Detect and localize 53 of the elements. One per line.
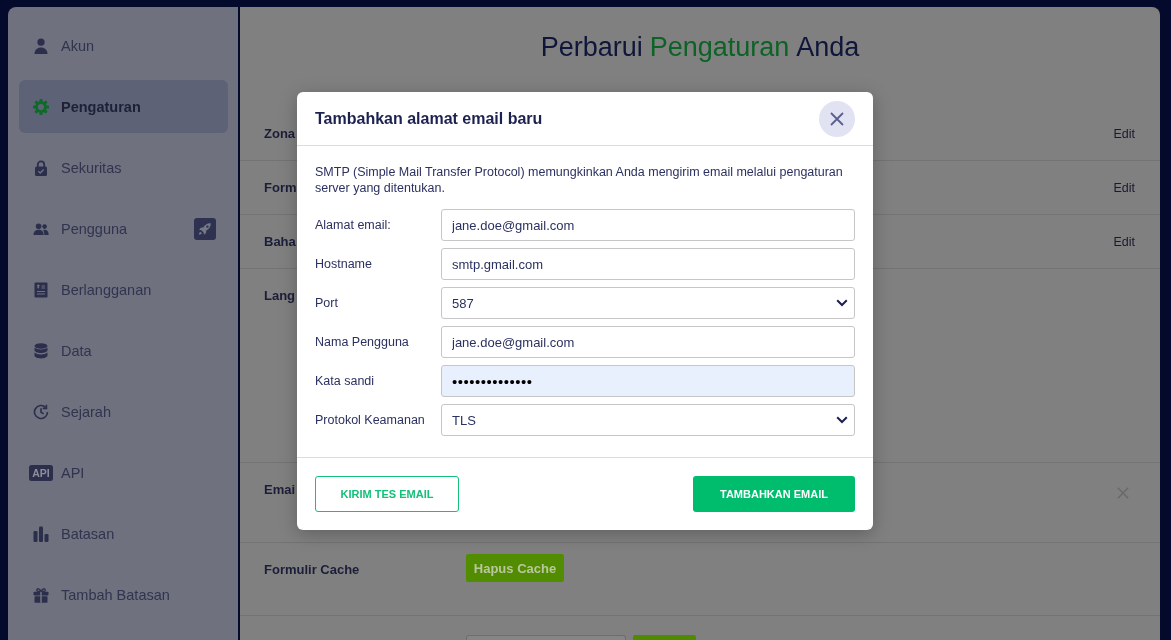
setting-label: Form bbox=[264, 180, 297, 196]
edit-link[interactable]: Edit bbox=[1113, 234, 1135, 250]
username-field[interactable]: jane.doe@gmail.com bbox=[441, 326, 855, 358]
sidebar-item[interactable]: Tambah Batasan bbox=[19, 568, 228, 621]
email-field[interactable]: jane.doe@gmail.com bbox=[441, 209, 855, 241]
setting-label: Emai bbox=[264, 482, 296, 498]
field-label: Nama Pengguna bbox=[315, 335, 410, 349]
close-icon bbox=[830, 111, 844, 126]
sidebar-item[interactable]: API API bbox=[19, 446, 228, 499]
field-label: Alamat email: bbox=[315, 218, 392, 232]
sidebar-item[interactable]: Pengaturan bbox=[19, 80, 228, 133]
receipt-icon bbox=[33, 281, 49, 298]
action-button[interactable] bbox=[633, 635, 696, 640]
close-icon[interactable] bbox=[1117, 487, 1129, 499]
modal-title: Tambahkan alamat email baru bbox=[315, 109, 543, 128]
gear-icon bbox=[33, 98, 49, 115]
setting-label: Zona bbox=[264, 126, 296, 142]
close-button[interactable] bbox=[819, 100, 855, 137]
sidebar-item[interactable]: Pengguna bbox=[19, 202, 228, 255]
chevron-down-icon bbox=[836, 416, 848, 424]
edit-link[interactable]: Edit bbox=[1113, 126, 1135, 142]
hostname-field[interactable]: smtp.gmail.com bbox=[441, 248, 855, 280]
sidebar-item[interactable]: Akun bbox=[19, 19, 228, 72]
users-icon bbox=[33, 220, 49, 237]
api-icon: API bbox=[29, 464, 53, 481]
sidebar-item[interactable]: Sejarah bbox=[19, 385, 228, 438]
sidebar-item[interactable]: Berlangganan bbox=[19, 263, 228, 316]
field-label: Hostname bbox=[315, 257, 373, 271]
setting-label: Lang bbox=[264, 288, 296, 304]
page-title: Perbarui Pengaturan Anda bbox=[540, 31, 860, 63]
gift-icon bbox=[33, 586, 49, 603]
modal-description: SMTP (Simple Mail Transfer Protocol) memungkinkan Anda mengirim email melalui pengaturan server yang ditentukan. bbox=[315, 164, 844, 196]
field-label: Port bbox=[315, 296, 339, 310]
chevron-down-icon bbox=[836, 299, 848, 307]
lock-icon bbox=[33, 159, 49, 176]
field-label: Protokol Keamanan bbox=[315, 413, 426, 427]
field-label: Kata sandi bbox=[315, 374, 376, 388]
bar-chart-icon bbox=[33, 525, 49, 542]
setting-label: Baha bbox=[264, 234, 296, 250]
user-icon bbox=[33, 37, 49, 54]
password-field[interactable]: •••••••••••••• bbox=[441, 365, 855, 397]
sidebar-item[interactable]: Data bbox=[19, 324, 228, 377]
edit-link[interactable]: Edit bbox=[1113, 180, 1135, 196]
security-protocol-dropdown[interactable]: TLS bbox=[441, 404, 855, 436]
database-icon bbox=[33, 342, 49, 359]
send-test-email-button[interactable]: KIRIM TES EMAIL bbox=[315, 476, 459, 512]
clear-cache-button[interactable]: Hapus Cache bbox=[466, 554, 564, 582]
setting-label: Formulir Cache bbox=[264, 562, 361, 578]
port-dropdown[interactable]: 587 bbox=[441, 287, 855, 319]
add-email-button[interactable]: TAMBAHKAN EMAIL bbox=[693, 476, 855, 512]
sidebar-item[interactable]: Batasan bbox=[19, 507, 228, 560]
sidebar-item[interactable]: Sekuritas bbox=[19, 141, 228, 194]
history-icon bbox=[33, 403, 49, 420]
